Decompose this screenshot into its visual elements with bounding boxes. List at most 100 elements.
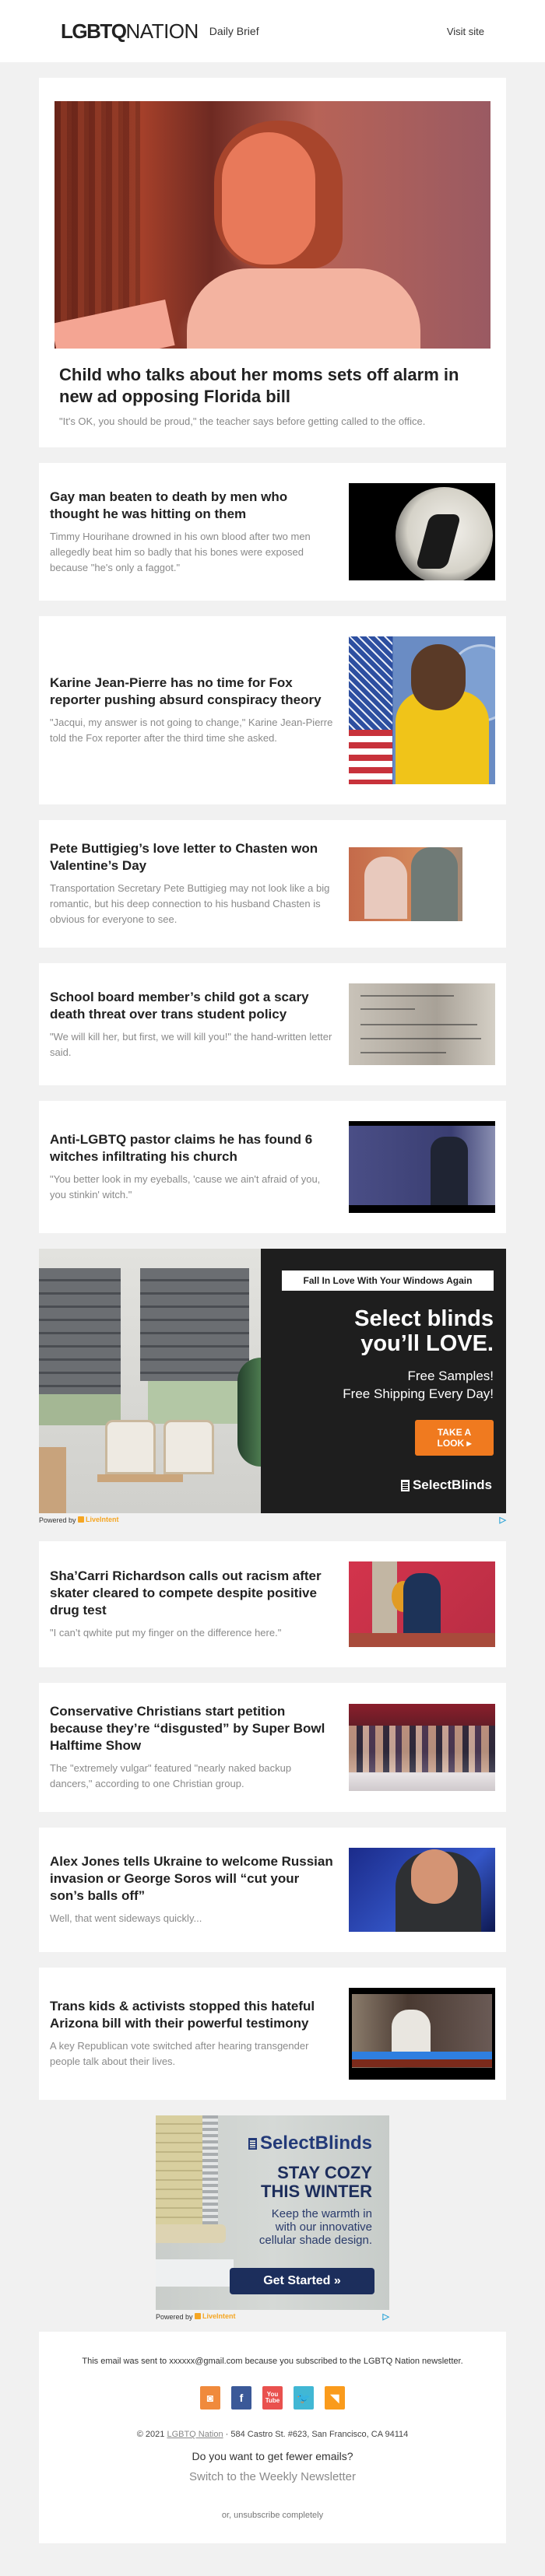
pastor-shape [431,1137,468,1205]
selectblinds-ad-square: SelectBlinds STAY COZY THIS WINTER Keep … [156,2115,389,2322]
story-summary: Well, that went sideways quickly... [50,1912,202,1924]
window-sill-shape [156,2259,234,2287]
logo-bold: LGBTQ [61,19,127,43]
adchoices-icon[interactable]: ▷ [500,1515,506,1525]
story-text: Pete Buttigieg’s love letter to Chasten … [50,840,334,927]
handwriting-line [360,995,454,997]
story-card: Sha’Carri Richardson calls out racism af… [39,1541,506,1667]
story-title-link[interactable]: Conservative Christians start petition b… [50,1703,334,1754]
lower-third-bar [352,2052,492,2059]
person-shape [411,846,458,921]
story-title-link[interactable]: Trans kids & activists stopped this hate… [50,1998,334,2032]
fewer-emails-prompt: Do you want to get fewer emails? [192,2450,353,2462]
story-card: School board member’s child got a scary … [39,963,506,1085]
dancers-shape [349,1726,495,1772]
handwriting-line [360,1008,415,1010]
story-text: Conservative Christians start petition b… [50,1703,334,1792]
ad-headline: Select blinds you’ll LOVE. [261,1306,494,1356]
rss-icon[interactable]: ◥ [325,2386,345,2410]
story-thumbnail[interactable] [349,483,495,580]
liveintent-icon [195,2312,202,2319]
brand-name: SelectBlinds [412,1477,492,1492]
story-title-link[interactable]: Sha’Carri Richardson calls out racism af… [50,1568,334,1619]
roman-blind-shape [39,1268,121,1394]
story-summary: A key Republican vote switched after hea… [50,2040,309,2067]
selectblinds-logo: SelectBlinds [248,2133,372,2154]
ad-headline-line: THIS WINTER [261,2182,372,2201]
liveintent-label: LiveIntent [86,1515,119,1523]
get-started-button[interactable]: Get Started » [230,2268,374,2294]
story-thumbnail[interactable] [349,1704,495,1791]
ad-body-line: Free Shipping Every Day! [343,1386,494,1401]
social-links: ◙ f You Tube 🐦 ◥ [54,2386,490,2410]
story-thumbnail[interactable] [349,1988,495,2080]
newsletter-body: Child who talks about her moms sets off … [39,78,506,2543]
powered-by-label: Powered by [156,2312,193,2321]
story-card: Anti-LGBTQ pastor claims he has found 6 … [39,1101,506,1233]
story-thumbnail[interactable] [349,983,495,1065]
ad-room-image [39,1249,261,1513]
chair-shape [164,1420,214,1474]
hero-image-link[interactable] [54,101,490,349]
facebook-icon[interactable]: f [231,2386,251,2410]
instagram-icon[interactable]: ◙ [200,2386,220,2410]
person-shape [364,856,407,919]
adchoices-icon[interactable]: ▷ [383,2311,389,2322]
liveintent-link[interactable]: LiveIntent [195,2312,236,2320]
story-thumbnail[interactable] [349,846,495,921]
story-card: Karine Jean-Pierre has no time for Fox r… [39,616,506,804]
story-title-link[interactable]: Alex Jones tells Ukraine to welcome Russ… [50,1853,334,1905]
story-summary: "You better look in my eyeballs, 'cause … [50,1173,321,1200]
hero-summary: "It's OK, you should be proud," the teac… [59,415,426,427]
twitter-icon[interactable]: 🐦 [294,2386,314,2410]
ad-body: Free Samples! Free Shipping Every Day! [261,1367,494,1403]
roman-blind-shape [140,1268,249,1381]
story-thumbnail[interactable] [349,1848,495,1932]
sweater-shape [187,268,420,349]
story-text: Sha’Carri Richardson calls out racism af… [50,1568,334,1641]
story-text: Anti-LGBTQ pastor claims he has found 6 … [50,1131,334,1203]
ad-link[interactable]: SelectBlinds STAY COZY THIS WINTER Keep … [156,2115,389,2310]
story-thumbnail[interactable] [349,636,495,784]
lgbtq-nation-logo[interactable]: LGBTQ NATION [61,19,199,44]
selectblinds-ad-banner: Fall In Love With Your Windows Again Sel… [39,1249,506,1526]
ad-body: Keep the warmth in with our innovative c… [248,2207,372,2247]
unsubscribe-link[interactable]: or, unsubscribe completely [54,2511,490,2520]
hero-title-link[interactable]: Child who talks about her moms sets off … [54,364,490,408]
story-summary: The "extremely vulgar" featured "nearly … [50,1762,292,1789]
story-summary: "Jacqui, my answer is not going to chang… [50,717,333,744]
liveintent-label: LiveIntent [202,2311,236,2320]
take-a-look-button[interactable]: TAKE A LOOK ▸ [415,1420,494,1456]
plant-shape [237,1358,261,1467]
ad-link[interactable]: Fall In Love With Your Windows Again Sel… [39,1249,506,1513]
story-title-link[interactable]: School board member’s child got a scary … [50,989,334,1023]
story-card: Conservative Christians start petition b… [39,1683,506,1812]
story-text: Gay man beaten to death by men who thoug… [50,489,334,576]
brand-name: SelectBlinds [259,2133,372,2154]
hero-image [54,101,490,349]
powered-by-label: Powered by [39,1516,76,1524]
ad-headline: STAY COZY THIS WINTER [248,2164,372,2201]
story-card: Trans kids & activists stopped this hate… [39,1968,506,2100]
youtube-icon[interactable]: You Tube [262,2386,283,2410]
video-frame-shape [349,1126,495,1205]
visit-site-link[interactable]: Visit site [447,26,484,37]
ad-copy-panel: Fall In Love With Your Windows Again Sel… [261,1249,506,1513]
copyright: © 2021 LGBTQ Nation · 584 Castro St. #62… [54,2430,490,2439]
speaker-shape [392,2010,431,2056]
ad-body-line: Keep the warmth in [271,2207,372,2220]
switch-weekly-link[interactable]: Switch to the Weekly Newsletter [189,2470,356,2483]
copyright-year: © 2021 [136,2430,165,2439]
story-title-link[interactable]: Pete Buttigieg’s love letter to Chasten … [50,840,334,874]
story-title-link[interactable]: Karine Jean-Pierre has no time for Fox r… [50,675,334,709]
handwriting-line [360,1052,446,1053]
newsletter-tagline: Daily Brief [209,25,259,37]
flag-stripes-shape [349,730,392,784]
story-thumbnail[interactable] [349,1121,495,1213]
story-title-link[interactable]: Gay man beaten to death by men who thoug… [50,489,334,523]
lgbtq-nation-link[interactable]: LGBTQ Nation [167,2430,223,2439]
story-title-link[interactable]: Anti-LGBTQ pastor claims he has found 6 … [50,1131,334,1165]
story-thumbnail[interactable] [349,1561,495,1647]
subscription-note: This email was sent to xxxxxx@gmail.com … [82,2357,463,2366]
liveintent-link[interactable]: LiveIntent [78,1516,119,1523]
